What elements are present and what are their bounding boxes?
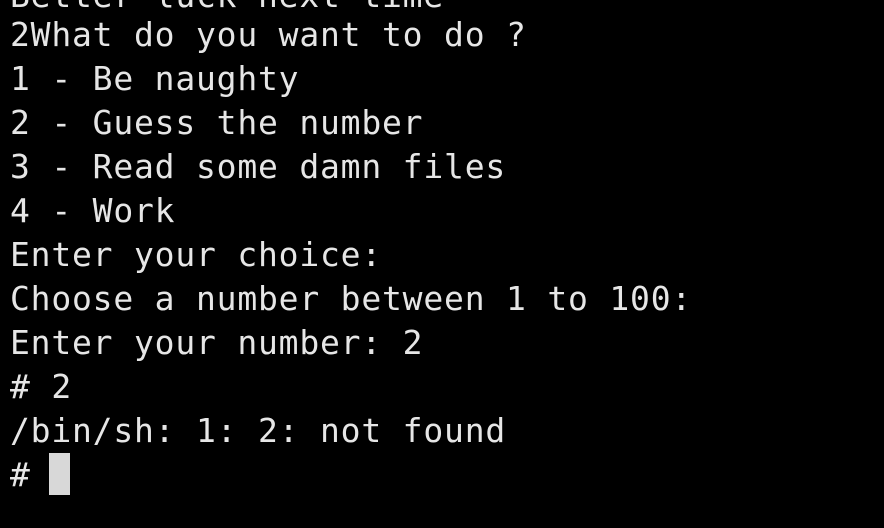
terminal-line-choose-number: Choose a number between 1 to 100: [10,279,693,318]
terminal-line-option-1: 1 - Be naughty [10,59,300,98]
terminal-line-shell-error: /bin/sh: 1: 2: not found [10,411,507,450]
terminal-window[interactable]: Better luck next time 2What do you want … [0,0,884,528]
terminal-line-shell-prompt[interactable]: # [10,453,51,497]
terminal-line-enter-number: Enter your number: 2 [10,323,424,362]
terminal-cursor [49,453,70,495]
terminal-line-option-2: 2 - Guess the number [10,103,424,142]
terminal-line-menu-prompt: 2What do you want to do ? [10,15,527,54]
terminal-line-option-3: 3 - Read some damn files [10,147,507,186]
terminal-line-option-4: 4 - Work [10,191,176,230]
terminal-line-shell-command: # 2 [10,367,73,406]
terminal-line-enter-choice: Enter your choice: [10,235,383,274]
